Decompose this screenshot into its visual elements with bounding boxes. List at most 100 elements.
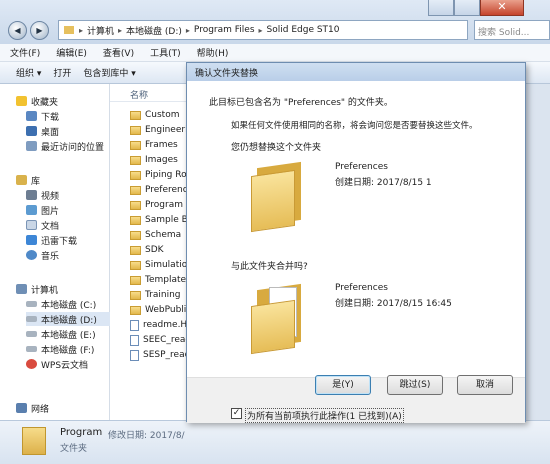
minimize-button[interactable]	[428, 0, 454, 16]
cancel-button[interactable]: 取消	[457, 375, 513, 395]
nav-music[interactable]: 音乐	[26, 248, 59, 262]
existing-folder-date: 创建日期: 2017/8/15 1	[335, 178, 432, 188]
list-item[interactable]: Preferenc	[130, 183, 190, 197]
nav-thunder[interactable]: 迅雷下载	[26, 233, 77, 247]
video-icon	[26, 190, 37, 200]
nav-drive-d[interactable]: 本地磁盘 (D:)	[26, 312, 110, 326]
nav-label: 计算机	[31, 285, 59, 296]
drive-icon	[26, 316, 37, 322]
document-icon	[130, 349, 139, 361]
menu-bar: 文件(F) 编辑(E) 查看(V) 工具(T) 帮助(H)	[0, 44, 550, 62]
nav-favorites[interactable]: 收藏夹	[16, 94, 58, 108]
breadcrumb-computer[interactable]: 计算机	[87, 24, 114, 37]
back-button[interactable]: ◀	[8, 21, 27, 40]
list-item-label: Sample Bi	[145, 215, 190, 225]
nav-label: 音乐	[41, 251, 60, 262]
list-item-label: Piping Ro	[145, 170, 187, 180]
menu-help[interactable]: 帮助(H)	[197, 46, 229, 59]
list-item[interactable]: WebPubli	[130, 303, 190, 317]
breadcrumb-drive-d[interactable]: 本地磁盘 (D:)	[126, 24, 182, 37]
address-field[interactable]: ▸ 计算机 ▸ 本地磁盘 (D:) ▸ Program Files ▸ Soli…	[58, 20, 468, 40]
list-item[interactable]: SDK	[130, 243, 190, 257]
folder-icon	[130, 200, 141, 210]
list-item[interactable]: SESP_read	[130, 348, 190, 362]
list-item[interactable]: Program	[130, 198, 190, 212]
recent-places-icon	[26, 141, 37, 151]
chevron-right-icon: ▸	[185, 25, 190, 35]
yes-button[interactable]: 是(Y)	[315, 375, 371, 395]
nav-drive-e[interactable]: 本地磁盘 (E:)	[26, 327, 96, 341]
list-item[interactable]: Template	[130, 273, 190, 287]
folder-icon	[130, 275, 141, 285]
menu-view[interactable]: 查看(V)	[103, 46, 134, 59]
list-item-label: Frames	[145, 140, 178, 150]
document-icon	[130, 334, 139, 346]
list-item-label: SDK	[145, 245, 164, 255]
breadcrumb-solid-edge[interactable]: Solid Edge ST10	[267, 25, 340, 35]
open-button[interactable]: 打开	[53, 66, 71, 79]
nav-drive-c[interactable]: 本地磁盘 (C:)	[26, 297, 96, 311]
list-item-label: Program	[145, 200, 183, 210]
apply-all-label[interactable]: 为所有当前项执行此操作(1 已找到)(A)	[245, 408, 404, 423]
chevron-right-icon: ▸	[79, 25, 84, 35]
include-in-library-button[interactable]: 包含到库中 ▾	[83, 66, 135, 79]
list-item[interactable]: Sample Bi	[130, 213, 190, 227]
list-item-label: Schema	[145, 230, 182, 240]
dialog-detail: 如果任何文件使用相同的名称，将会询问您是否要替换这些文件。	[231, 121, 478, 131]
search-input[interactable]: 搜索 Solid...	[474, 20, 550, 40]
folder-small-icon	[64, 26, 74, 34]
list-item-label: Simulation	[145, 260, 190, 270]
close-button[interactable]: ✕	[480, 0, 524, 16]
confirm-folder-replace-dialog: 确认文件夹替换 此目标已包含名为 "Preferences" 的文件夹。 如果任…	[186, 62, 526, 423]
nav-label: 最近访问的位置	[41, 142, 105, 153]
list-item[interactable]: Piping Ro	[130, 168, 190, 182]
details-name: Program	[60, 427, 103, 438]
list-item[interactable]: Schema	[130, 228, 190, 242]
nav-network[interactable]: 网络	[16, 401, 49, 415]
nav-drive-f[interactable]: 本地磁盘 (F:)	[26, 342, 94, 356]
organize-button[interactable]: 组织 ▾	[16, 66, 41, 79]
list-item[interactable]: readme.H	[130, 318, 190, 332]
list-item[interactable]: Images	[130, 153, 190, 167]
details-type: 文件夹	[60, 444, 88, 454]
nav-download[interactable]: 下载	[26, 109, 59, 123]
menu-file[interactable]: 文件(F)	[10, 46, 40, 59]
menu-tools[interactable]: 工具(T)	[150, 46, 181, 59]
maximize-button[interactable]	[454, 0, 480, 16]
nav-videos[interactable]: 视频	[26, 188, 59, 202]
list-item[interactable]: Training	[130, 288, 190, 302]
list-item[interactable]: Frames	[130, 138, 190, 152]
folder-icon	[130, 140, 141, 150]
nav-recent[interactable]: 最近访问的位置	[26, 139, 104, 153]
folder-icon	[130, 170, 141, 180]
menu-edit[interactable]: 编辑(E)	[56, 46, 87, 59]
column-header-name[interactable]: 名称	[110, 84, 190, 102]
nav-label: 库	[31, 176, 41, 187]
folder-icon	[130, 305, 141, 315]
list-item[interactable]: Custom	[130, 108, 190, 122]
nav-label: 视频	[41, 191, 60, 202]
nav-wps[interactable]: WPS云文档	[26, 357, 88, 371]
details-pane: Program 修改日期: 2017/8/ 文件夹	[0, 420, 550, 464]
thunder-icon	[26, 235, 37, 245]
star-icon	[16, 96, 27, 106]
existing-folder-name: Preferences	[335, 162, 388, 172]
list-item-label: readme.H	[143, 320, 188, 330]
nav-documents[interactable]: 文档	[26, 218, 59, 232]
list-item[interactable]: Engineering	[130, 123, 190, 137]
details-modified: 修改日期: 2017/8/	[108, 431, 185, 441]
breadcrumb-program-files[interactable]: Program Files	[194, 25, 255, 35]
nav-desktop[interactable]: 桌面	[26, 124, 59, 138]
list-item[interactable]: SEEC_read	[130, 333, 190, 347]
nav-label: 收藏夹	[31, 97, 59, 108]
nav-libraries[interactable]: 库	[16, 173, 40, 187]
nav-pictures[interactable]: 图片	[26, 203, 59, 217]
skip-button[interactable]: 跳过(S)	[387, 375, 443, 395]
list-item-label: Training	[145, 290, 181, 300]
list-item[interactable]: Simulation	[130, 258, 190, 272]
forward-button[interactable]: ▶	[30, 21, 49, 40]
drive-icon	[26, 301, 37, 307]
apply-all-checkbox[interactable]: ✓	[231, 408, 242, 419]
network-icon	[16, 403, 27, 413]
nav-computer[interactable]: 计算机	[16, 282, 58, 296]
